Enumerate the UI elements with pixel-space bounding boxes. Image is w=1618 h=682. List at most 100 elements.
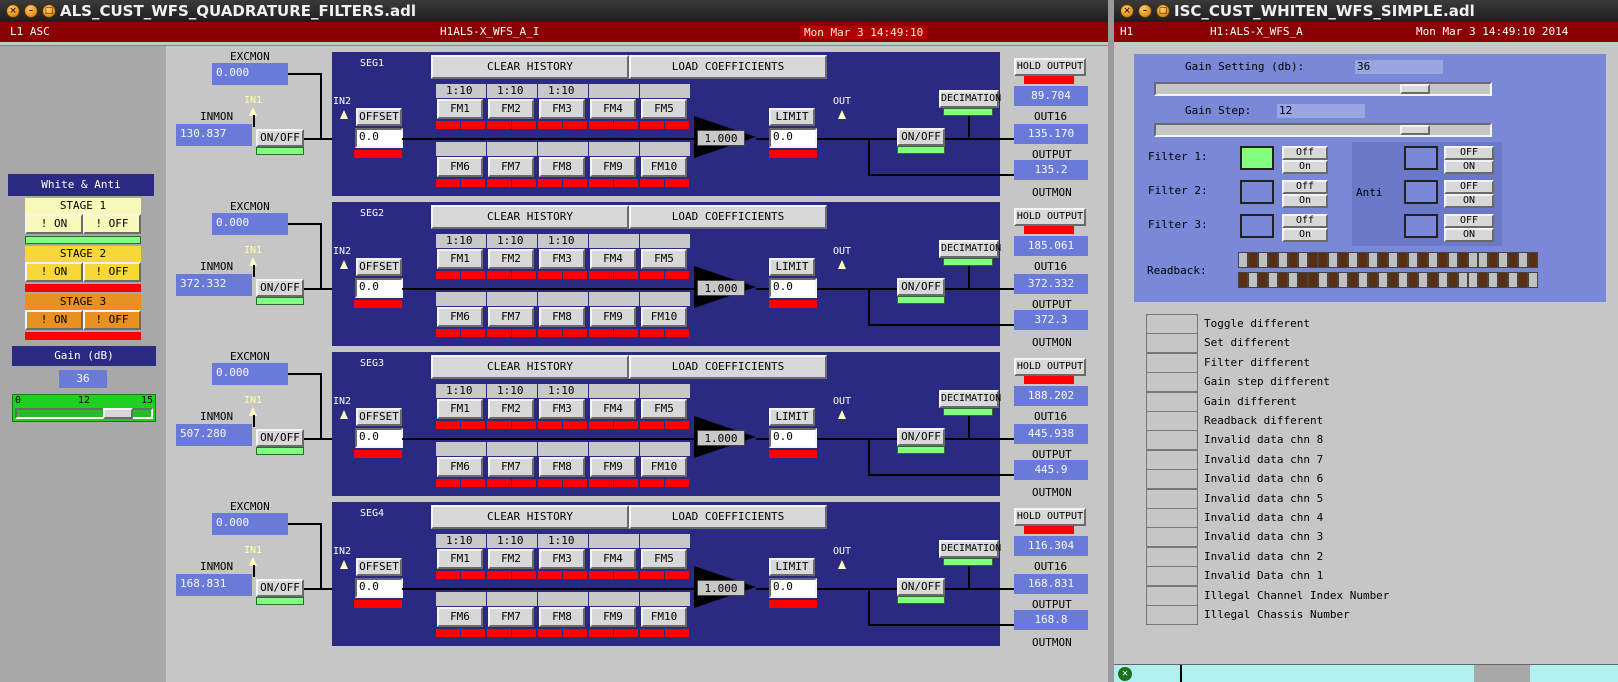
gain-value[interactable]: 1.000 — [697, 580, 745, 596]
stage3-off-button[interactable]: ! OFF — [83, 310, 141, 330]
anti-off-button[interactable]: OFF — [1444, 146, 1494, 160]
offset-button[interactable]: OFFSET — [356, 408, 402, 426]
clear-history-button[interactable]: CLEAR HISTORY — [431, 355, 629, 379]
fm-button[interactable]: FM3 — [539, 399, 585, 419]
decimation-button[interactable]: DECIMATION — [939, 90, 1001, 108]
filter-off-button[interactable]: Off — [1282, 180, 1328, 194]
fm-button[interactable]: FM6 — [437, 157, 483, 177]
fm-button[interactable]: FM10 — [641, 607, 687, 627]
load-coefficients-button[interactable]: LOAD COEFFICIENTS — [629, 505, 827, 529]
anti-off-button[interactable]: OFF — [1444, 180, 1494, 194]
fm-button[interactable]: FM5 — [641, 99, 687, 119]
output-onoff-button[interactable]: ON/OFF — [897, 578, 945, 596]
fm-button[interactable]: FM8 — [539, 307, 585, 327]
filter-on-button[interactable]: On — [1282, 228, 1328, 242]
close-icon[interactable]: × — [1120, 4, 1134, 18]
offset-button[interactable]: OFFSET — [356, 558, 402, 576]
minimize-icon[interactable]: – — [24, 4, 38, 18]
limit-button[interactable]: LIMIT — [769, 108, 815, 126]
gain-step-thumb[interactable] — [1400, 125, 1430, 135]
anti-on-button[interactable]: ON — [1444, 194, 1494, 208]
fm-button[interactable]: FM10 — [641, 157, 687, 177]
stage2-off-button[interactable]: ! OFF — [83, 262, 141, 282]
fm-button[interactable]: FM2 — [488, 249, 534, 269]
minimize-icon[interactable]: – — [1138, 4, 1152, 18]
stage1-off-button[interactable]: ! OFF — [83, 214, 141, 234]
gain-setting-thumb[interactable] — [1400, 84, 1430, 94]
window-titlebar[interactable]: × – □ ISC_CUST_WHITEN_WFS_SIMPLE.adl — [1114, 0, 1618, 22]
input-onoff-button[interactable]: ON/OFF — [256, 429, 304, 447]
fm-button[interactable]: FM8 — [539, 157, 585, 177]
offset-input[interactable]: 0.0 — [355, 278, 403, 298]
limit-input[interactable]: 0.0 — [769, 428, 817, 448]
fm-button[interactable]: FM9 — [590, 457, 636, 477]
gain-setting-value[interactable]: 36 — [1355, 60, 1443, 74]
anti-on-button[interactable]: ON — [1444, 228, 1494, 242]
fm-button[interactable]: FM6 — [437, 307, 483, 327]
offset-button[interactable]: OFFSET — [356, 108, 402, 126]
filter-off-button[interactable]: Off — [1282, 146, 1328, 160]
load-coefficients-button[interactable]: LOAD COEFFICIENTS — [629, 355, 827, 379]
hold-output-button[interactable]: HOLD OUTPUT — [1014, 358, 1086, 376]
gain-slider[interactable]: 0 12 15 — [12, 394, 156, 422]
fm-button[interactable]: FM4 — [590, 399, 636, 419]
fm-button[interactable]: FM7 — [488, 607, 534, 627]
fm-button[interactable]: FM9 — [590, 607, 636, 627]
filter-on-button[interactable]: On — [1282, 160, 1328, 174]
gain-setting-slider[interactable] — [1154, 82, 1492, 96]
stage3-on-button[interactable]: ! ON — [25, 310, 83, 330]
gain-step-value[interactable]: 12 — [1277, 104, 1365, 118]
fm-button[interactable]: FM10 — [641, 457, 687, 477]
stage2-on-button[interactable]: ! ON — [25, 262, 83, 282]
close-icon[interactable]: × — [6, 4, 20, 18]
filter-off-button[interactable]: Off — [1282, 214, 1328, 228]
fm-button[interactable]: FM6 — [437, 457, 483, 477]
input-onoff-button[interactable]: ON/OFF — [256, 279, 304, 297]
fm-button[interactable]: FM6 — [437, 607, 483, 627]
fm-button[interactable]: FM4 — [590, 99, 636, 119]
limit-input[interactable]: 0.0 — [769, 278, 817, 298]
fm-button[interactable]: FM9 — [590, 307, 636, 327]
fm-button[interactable]: FM3 — [539, 549, 585, 569]
window-titlebar[interactable]: × – □ ALS_CUST_WFS_QUADRATURE_FILTERS.ad… — [0, 0, 1108, 22]
fm-button[interactable]: FM2 — [488, 99, 534, 119]
stage1-on-button[interactable]: ! ON — [25, 214, 83, 234]
gain-value[interactable]: 1.000 — [697, 430, 745, 446]
gain-step-slider[interactable] — [1154, 123, 1492, 137]
offset-input[interactable]: 0.0 — [355, 128, 403, 148]
decimation-button[interactable]: DECIMATION — [939, 540, 1001, 558]
fm-button[interactable]: FM2 — [488, 399, 534, 419]
anti-off-button[interactable]: OFF — [1444, 214, 1494, 228]
fm-button[interactable]: FM7 — [488, 457, 534, 477]
hold-output-button[interactable]: HOLD OUTPUT — [1014, 508, 1086, 526]
fm-button[interactable]: FM1 — [437, 249, 483, 269]
slider-thumb[interactable] — [103, 408, 133, 419]
fm-button[interactable]: FM8 — [539, 457, 585, 477]
offset-button[interactable]: OFFSET — [356, 258, 402, 276]
clear-history-button[interactable]: CLEAR HISTORY — [431, 55, 629, 79]
output-onoff-button[interactable]: ON/OFF — [897, 428, 945, 446]
input-onoff-button[interactable]: ON/OFF — [256, 579, 304, 597]
limit-input[interactable]: 0.0 — [769, 128, 817, 148]
input-onoff-button[interactable]: ON/OFF — [256, 129, 304, 147]
decimation-button[interactable]: DECIMATION — [939, 240, 1001, 258]
fm-button[interactable]: FM1 — [437, 549, 483, 569]
fm-button[interactable]: FM5 — [641, 549, 687, 569]
load-coefficients-button[interactable]: LOAD COEFFICIENTS — [629, 205, 827, 229]
clear-history-button[interactable]: CLEAR HISTORY — [431, 505, 629, 529]
output-onoff-button[interactable]: ON/OFF — [897, 278, 945, 296]
hold-output-button[interactable]: HOLD OUTPUT — [1014, 208, 1086, 226]
fm-button[interactable]: FM4 — [590, 549, 636, 569]
fm-button[interactable]: FM5 — [641, 399, 687, 419]
fm-button[interactable]: FM5 — [641, 249, 687, 269]
load-coefficients-button[interactable]: LOAD COEFFICIENTS — [629, 55, 827, 79]
fm-button[interactable]: FM3 — [539, 99, 585, 119]
maximize-icon[interactable]: □ — [42, 4, 56, 18]
decimation-button[interactable]: DECIMATION — [939, 390, 1001, 408]
fm-button[interactable]: FM1 — [437, 399, 483, 419]
anti-on-button[interactable]: ON — [1444, 160, 1494, 174]
fm-button[interactable]: FM7 — [488, 157, 534, 177]
limit-button[interactable]: LIMIT — [769, 558, 815, 576]
output-onoff-button[interactable]: ON/OFF — [897, 128, 945, 146]
fm-button[interactable]: FM7 — [488, 307, 534, 327]
